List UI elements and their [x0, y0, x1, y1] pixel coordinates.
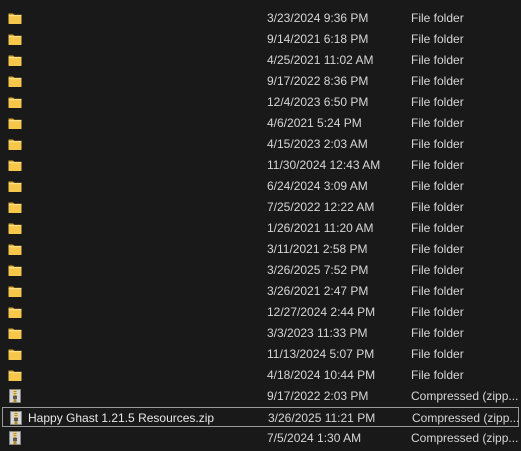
- date-modified: 11/30/2024 12:43 AM: [267, 158, 381, 172]
- folder-icon: [8, 95, 22, 109]
- date-modified: 3/26/2025 7:52 PM: [267, 263, 369, 277]
- date-modified: 7/5/2024 1:30 AM: [267, 431, 362, 445]
- date-modified: 11/13/2024 5:07 PM: [267, 347, 375, 361]
- folder-row[interactable]: 3/26/2021 2:47 PM File folder: [2, 281, 519, 301]
- folder-row[interactable]: 11/30/2024 12:43 AM File folder: [2, 155, 519, 175]
- folder-icon: [8, 179, 22, 193]
- file-type: File folder: [411, 200, 464, 214]
- folder-row[interactable]: 4/25/2021 11:02 AM File folder: [2, 50, 519, 70]
- folder-row[interactable]: 7/25/2022 12:22 AM File folder: [2, 197, 519, 217]
- folder-row[interactable]: 12/4/2023 6:50 PM File folder: [2, 92, 519, 112]
- date-modified: 4/6/2021 5:24 PM: [267, 116, 362, 130]
- file-type: File folder: [411, 242, 464, 256]
- folder-row[interactable]: 4/15/2023 2:03 AM File folder: [2, 134, 519, 154]
- file-type: File folder: [411, 368, 464, 382]
- folder-icon: [8, 74, 22, 88]
- file-type: File folder: [411, 305, 464, 319]
- date-modified: 6/24/2024 3:09 AM: [267, 179, 368, 193]
- file-type: File folder: [411, 221, 464, 235]
- file-row[interactable]: Happy Ghast 1.21.5 Resources.zip 3/26/202…: [2, 407, 519, 427]
- folder-icon: [8, 368, 22, 382]
- folder-row[interactable]: 9/14/2021 6:18 PM File folder: [2, 29, 519, 49]
- file-type: File folder: [411, 284, 464, 298]
- file-name: Happy Ghast 1.21.5 Resources.zip: [28, 411, 215, 425]
- file-type: File folder: [411, 95, 464, 109]
- folder-icon: [8, 347, 22, 361]
- file-type: File folder: [411, 116, 464, 130]
- date-modified: 12/4/2023 6:50 PM: [267, 95, 369, 109]
- file-row[interactable]: 7/5/2024 1:30 AM Compressed (zipp...: [2, 428, 519, 448]
- folder-icon: [8, 326, 22, 340]
- date-modified: 3/26/2025 11:21 PM: [268, 411, 376, 425]
- zip-icon: [9, 411, 23, 425]
- folder-row[interactable]: 4/18/2024 10:44 PM File folder: [2, 365, 519, 385]
- date-modified: 3/23/2024 9:36 PM: [267, 11, 369, 25]
- date-modified: 4/18/2024 10:44 PM: [267, 368, 376, 382]
- file-list: 3/23/2024 9:36 PM File folder 9/14/2021 6:…: [0, 0, 521, 451]
- date-modified: 9/17/2022 2:03 PM: [267, 389, 369, 403]
- folder-row[interactable]: 1/26/2021 11:20 AM File folder: [2, 218, 519, 238]
- folder-icon: [8, 32, 22, 46]
- folder-icon: [8, 53, 22, 67]
- file-type: File folder: [411, 158, 464, 172]
- folder-row[interactable]: 3/3/2023 11:33 PM File folder: [2, 323, 519, 343]
- folder-icon: [8, 116, 22, 130]
- file-row[interactable]: 9/17/2022 2:03 PM Compressed (zipp...: [2, 386, 519, 406]
- folder-row[interactable]: 12/27/2024 2:44 PM File folder: [2, 302, 519, 322]
- file-type: File folder: [411, 347, 464, 361]
- date-modified: 9/14/2021 6:18 PM: [267, 32, 369, 46]
- date-modified: 4/15/2023 2:03 AM: [267, 137, 368, 151]
- zip-icon: [8, 431, 22, 445]
- folder-row[interactable]: 11/13/2024 5:07 PM File folder: [2, 344, 519, 364]
- file-type: File folder: [411, 326, 464, 340]
- file-type: File folder: [411, 74, 464, 88]
- date-modified: 3/26/2021 2:47 PM: [267, 284, 369, 298]
- date-modified: 4/25/2021 11:02 AM: [267, 53, 374, 67]
- folder-row[interactable]: 3/23/2024 9:36 PM File folder: [2, 8, 519, 28]
- file-type: File folder: [411, 53, 464, 67]
- folder-icon: [8, 284, 22, 298]
- date-modified: 9/17/2022 8:36 PM: [267, 74, 369, 88]
- date-modified: 1/26/2021 11:20 AM: [267, 221, 374, 235]
- folder-row[interactable]: 6/24/2024 3:09 AM File folder: [2, 176, 519, 196]
- folder-row[interactable]: 4/6/2021 5:24 PM File folder: [2, 113, 519, 133]
- folder-row[interactable]: 3/26/2025 7:52 PM File folder: [2, 260, 519, 280]
- zip-icon: [8, 389, 22, 403]
- file-type: Compressed (zipp...: [412, 411, 520, 425]
- file-type: Compressed (zipp...: [411, 431, 519, 445]
- date-modified: 3/11/2021 2:58 PM: [267, 242, 368, 256]
- folder-icon: [8, 137, 22, 151]
- folder-icon: [8, 263, 22, 277]
- file-type: File folder: [411, 179, 464, 193]
- folder-icon: [8, 11, 22, 25]
- file-type: Compressed (zipp...: [411, 389, 519, 403]
- file-type: File folder: [411, 32, 464, 46]
- file-type: File folder: [411, 137, 464, 151]
- folder-icon: [8, 158, 22, 172]
- date-modified: 7/25/2022 12:22 AM: [267, 200, 375, 214]
- date-modified: 3/3/2023 11:33 PM: [267, 326, 368, 340]
- folder-icon: [8, 242, 22, 256]
- folder-icon: [8, 200, 22, 214]
- date-modified: 12/27/2024 2:44 PM: [267, 305, 376, 319]
- folder-row[interactable]: 3/11/2021 2:58 PM File folder: [2, 239, 519, 259]
- file-type: File folder: [411, 11, 464, 25]
- folder-icon: [8, 221, 22, 235]
- folder-icon: [8, 305, 22, 319]
- file-type: File folder: [411, 263, 464, 277]
- folder-row[interactable]: 9/17/2022 8:36 PM File folder: [2, 71, 519, 91]
